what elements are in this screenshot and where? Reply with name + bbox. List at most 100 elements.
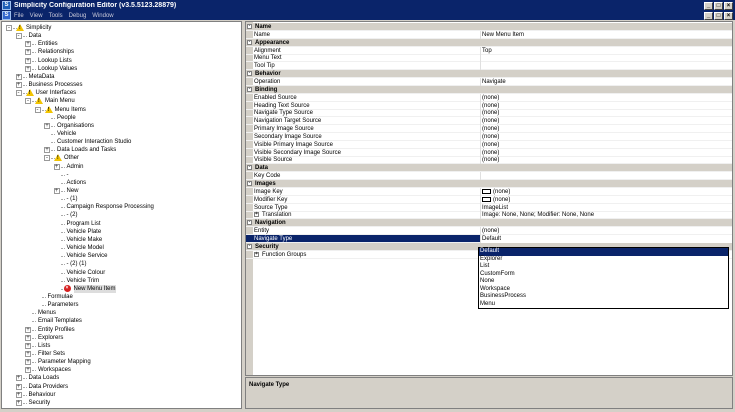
expand-icon[interactable]: + [15,383,22,390]
tree-node[interactable]: + Business Processes [2,81,241,89]
property-value[interactable]: (none) [480,148,732,157]
tree-node[interactable]: Vehicle [2,130,241,138]
property-value[interactable]: (none) [480,227,732,236]
tree-node[interactable]: × New Menu Item [2,284,241,293]
tree-node[interactable]: - Data [2,32,241,40]
tree-node[interactable]: + New [2,187,241,195]
property-value[interactable]: ImageList [480,203,732,212]
grid-property-row[interactable]: Menu Text [246,54,732,63]
tree-node[interactable]: + Behaviour [2,391,241,399]
expand-icon[interactable]: + [254,251,259,257]
grid-category[interactable]: - Behavior [246,70,732,79]
property-value[interactable]: (none) [480,125,732,134]
expand-icon[interactable]: + [254,212,259,218]
tree-node[interactable]: + Data Providers [2,383,241,391]
dropdown-option[interactable]: List [479,263,728,271]
tree-node[interactable]: Actions [2,179,241,187]
property-value[interactable]: (none) [480,109,732,118]
property-value[interactable]: Top [480,46,732,55]
dropdown-option[interactable]: CustomForm [479,271,728,279]
grid-property-row[interactable]: Source Type ImageList [246,203,732,212]
expand-icon[interactable]: + [15,82,22,89]
child-restore-button[interactable]: □ [714,11,723,20]
expand-icon[interactable]: + [25,342,31,349]
expand-icon[interactable]: + [44,147,50,154]
property-grid[interactable]: - Name Name New Menu Item - Appearance Alignme… [245,21,733,376]
tree-node[interactable]: Menus [2,309,241,317]
expand-icon[interactable]: + [25,351,31,357]
tree-node[interactable]: - Other [2,154,241,162]
tree-node[interactable]: + Filter Sets [2,350,241,358]
menu-tools[interactable]: Tools [49,13,63,19]
minimize-button[interactable]: _ [704,1,713,10]
property-value[interactable] [480,62,732,71]
collapse-icon[interactable]: - [247,24,252,29]
collapse-icon[interactable]: - [247,243,252,249]
property-value[interactable]: (none) [480,101,732,110]
expand-icon[interactable]: + [25,334,31,341]
grid-property-row[interactable]: Visible Secondary Image Source (none) [246,148,732,157]
tree-node[interactable]: People [2,114,241,122]
expand-icon[interactable]: + [15,399,22,406]
title-bar[interactable]: S Simplicity Configuration Editor (v3.5.… [0,0,735,11]
tree-node[interactable]: + Data Loads and Tasks [2,146,241,154]
tree-node[interactable]: - Main Menu [2,97,241,105]
property-value[interactable]: (none) [480,187,732,196]
grid-property-row[interactable]: Navigate Type Default [246,234,732,243]
tree-node[interactable]: Vehicle Make [2,236,241,244]
property-value[interactable] [480,54,732,63]
grid-property-row[interactable]: Tool Tip [246,62,732,71]
grid-property-row[interactable]: Enabled Source (none) [246,93,732,102]
tree-node[interactable]: Customer Interaction Studio [2,138,241,146]
child-close-button[interactable]: × [724,11,733,20]
grid-category[interactable]: - Navigation [246,219,732,228]
close-button[interactable]: × [724,1,733,10]
tree-node[interactable]: - (1) [2,195,241,203]
grid-property-row[interactable]: Visible Primary Image Source (none) [246,140,732,149]
collapse-icon[interactable]: - [247,86,252,92]
menu-window[interactable]: Window [92,13,113,19]
grid-category[interactable]: - Name [246,23,732,31]
menu-debug[interactable]: Debug [69,13,87,19]
expand-icon[interactable]: + [25,49,31,56]
property-value[interactable]: Image: None, None; Modifier: None, None [480,211,732,220]
tree-node[interactable]: + Entity Profiles [2,326,241,334]
tree-node[interactable]: Parameters [2,301,241,309]
collapse-icon[interactable]: - [247,181,252,186]
expand-icon[interactable]: + [25,359,31,366]
grid-property-row[interactable]: Entity (none) [246,227,732,236]
expand-icon[interactable]: + [25,57,31,64]
grid-property-row[interactable]: + Translation Image: None, None; Modifier:… [246,211,732,220]
tree-node[interactable]: Vehicle Service [2,252,241,260]
tree-node[interactable]: - Menu Items [2,105,241,114]
tree-node[interactable]: - (2) (1) [2,260,241,268]
grid-category[interactable]: - Data [246,164,732,173]
tree-node[interactable]: Vehicle Model [2,244,241,252]
dropdown-option[interactable]: Menu [479,301,728,309]
property-value[interactable] [480,172,732,181]
expand-icon[interactable]: + [15,391,22,398]
tree-node[interactable]: + Lookup Values [2,65,241,73]
tree-node[interactable]: Vehicle Colour [2,269,241,277]
grid-property-row[interactable]: Key Code [246,172,732,181]
collapse-icon[interactable]: - [247,220,252,226]
grid-property-row[interactable]: Navigate Type Source (none) [246,109,732,118]
config-tree[interactable]: -Simplicity-Data+Entities+Relationships+… [1,21,242,409]
grid-property-row[interactable]: Navigation Target Source (none) [246,117,732,126]
tree-node[interactable]: Vehicle Trim [2,277,241,285]
dropdown-option[interactable]: BusinessProcess [479,293,728,301]
grid-property-row[interactable]: Primary Image Source (none) [246,125,732,134]
document-icon[interactable]: S [2,11,11,20]
expand-icon[interactable]: + [44,122,50,129]
collapse-icon[interactable]: - [247,165,252,171]
expand-icon[interactable]: + [25,41,31,48]
tree-node[interactable]: Email Templates [2,317,241,325]
grid-category[interactable]: - Binding [246,85,732,94]
tree-node[interactable]: + Organisations [2,122,241,130]
child-minimize-button[interactable]: _ [704,11,713,20]
collapse-icon[interactable]: - [247,71,252,77]
grid-property-row[interactable]: Operation Navigate [246,77,732,86]
expand-icon[interactable]: + [15,73,22,80]
expand-icon[interactable]: + [53,163,60,170]
expand-icon[interactable]: + [25,65,31,72]
